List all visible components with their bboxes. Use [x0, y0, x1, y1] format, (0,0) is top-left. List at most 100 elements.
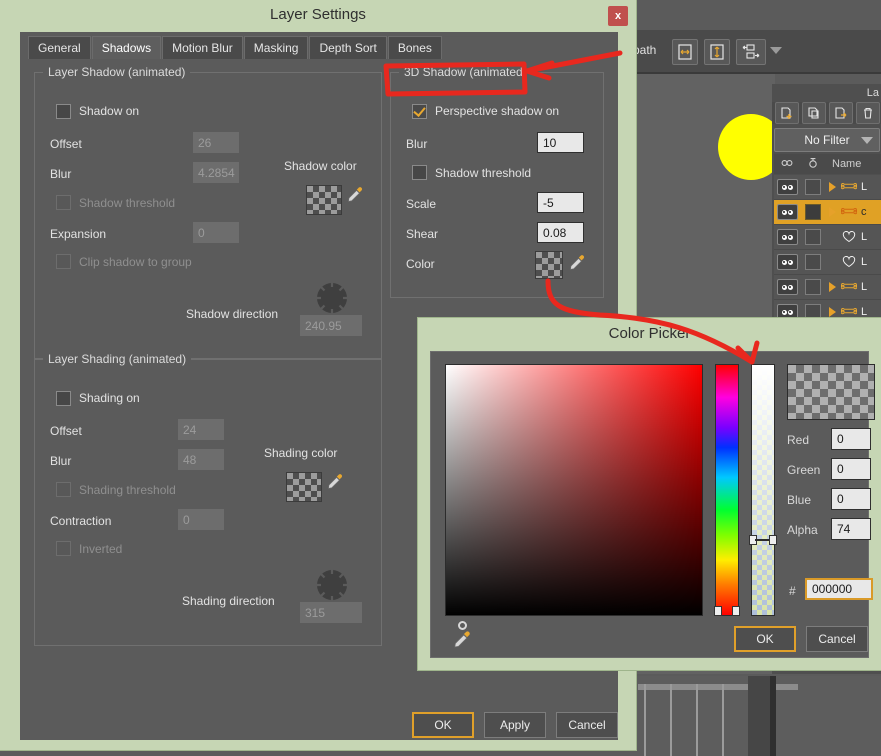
close-icon[interactable]: x: [608, 6, 628, 26]
shading-color-swatch[interactable]: [286, 472, 322, 502]
table-row[interactable]: L: [774, 175, 881, 200]
lock-checkbox[interactable]: [800, 254, 826, 270]
shading-on-label: Shading on: [79, 391, 140, 405]
apply-button[interactable]: Apply: [484, 712, 546, 738]
bone-icon: [839, 207, 859, 217]
shading-on-checkbox[interactable]: [56, 391, 71, 406]
lock-checkbox[interactable]: [800, 279, 826, 295]
shadow-color-label: Shadow color: [284, 159, 357, 173]
shadow-3d-scale-field[interactable]: -5: [537, 192, 584, 213]
hex-field[interactable]: 000000: [805, 578, 873, 600]
shadow-blur-field[interactable]: 4.2854: [193, 162, 239, 183]
expand-triangle-icon[interactable]: [826, 182, 839, 192]
eye-icon[interactable]: [774, 279, 800, 295]
tab-motion-blur[interactable]: Motion Blur: [162, 36, 243, 59]
layer-name: c: [861, 206, 867, 218]
layer-shadow-legend: Layer Shadow (animated): [43, 65, 191, 79]
move-tool-dropdown-caret[interactable]: [770, 47, 782, 54]
delete-layer-icon[interactable]: [856, 102, 880, 124]
layer-filter-value: No Filter: [804, 133, 850, 147]
shadow-on-label: Shadow on: [79, 104, 140, 118]
eyedropper-icon[interactable]: [345, 185, 365, 205]
table-row[interactable]: L: [774, 275, 881, 300]
red-field[interactable]: 0: [831, 428, 871, 450]
shadow-direction-field[interactable]: 240.95: [300, 315, 362, 336]
shading-direction-field[interactable]: 315: [300, 602, 362, 623]
ok-button[interactable]: OK: [412, 712, 474, 738]
shadow-color-swatch[interactable]: [306, 185, 342, 215]
layer-filter-dropdown[interactable]: No Filter: [774, 128, 880, 152]
heart-icon: [839, 231, 859, 243]
visibility-column-icon: [774, 158, 800, 171]
shadow-on-checkbox[interactable]: [56, 104, 71, 119]
shadow-threshold-label: Shadow threshold: [79, 196, 176, 210]
move-layer-icon[interactable]: [829, 102, 853, 124]
shadow-expansion-field[interactable]: 0: [193, 222, 239, 243]
inverted-checkbox[interactable]: [56, 541, 71, 556]
tab-depth-sort[interactable]: Depth Sort: [309, 36, 387, 59]
eye-icon[interactable]: [774, 254, 800, 270]
shadow-3d-color-swatch[interactable]: [535, 251, 563, 279]
shading-contraction-field[interactable]: 0: [178, 509, 224, 530]
eye-icon[interactable]: [774, 204, 800, 220]
layer-name: L: [861, 181, 868, 193]
shadow-threshold-checkbox[interactable]: [56, 195, 71, 210]
shading-blur-field[interactable]: 48: [178, 449, 224, 470]
blue-field[interactable]: 0: [831, 488, 871, 510]
lock-checkbox[interactable]: [800, 179, 826, 195]
eyedropper-icon[interactable]: [567, 253, 587, 273]
shading-blur-label: Blur: [50, 454, 72, 468]
hue-slider[interactable]: [715, 364, 739, 616]
hue-slider-handle[interactable]: [714, 606, 740, 616]
expand-triangle-icon[interactable]: [826, 307, 839, 317]
path-toolbar: path: [630, 30, 881, 74]
clip-shadow-checkbox[interactable]: [56, 254, 71, 269]
color-picker-cancel-button[interactable]: Cancel: [806, 626, 868, 652]
table-row[interactable]: L: [774, 250, 881, 275]
resize-height-icon[interactable]: [704, 39, 730, 65]
eye-icon[interactable]: [774, 229, 800, 245]
shading-threshold-checkbox[interactable]: [56, 482, 71, 497]
resize-width-icon[interactable]: [672, 39, 698, 65]
shadow-3d-shear-field[interactable]: 0.08: [537, 222, 584, 243]
chevron-down-icon: [861, 136, 873, 144]
eyedropper-icon[interactable]: [325, 472, 345, 492]
expand-triangle-icon[interactable]: [826, 207, 839, 217]
saturation-value-square[interactable]: [445, 364, 703, 630]
lock-checkbox[interactable]: [800, 204, 826, 220]
alpha-slider[interactable]: [751, 364, 775, 616]
table-row[interactable]: c: [774, 200, 881, 225]
shadow-3d-blur-field[interactable]: 10: [537, 132, 584, 153]
eye-icon[interactable]: [774, 179, 800, 195]
eyedropper-icon[interactable]: [451, 629, 473, 651]
add-layer-icon[interactable]: [775, 102, 799, 124]
layers-panel-title: La: [866, 87, 879, 99]
tab-masking[interactable]: Masking: [243, 36, 309, 59]
tab-general[interactable]: General: [28, 36, 91, 59]
layers-toolbar: [772, 102, 881, 124]
perspective-shadow-label: Perspective shadow on: [435, 104, 560, 118]
cancel-button[interactable]: Cancel: [556, 712, 618, 738]
shading-offset-field[interactable]: 24: [178, 419, 224, 440]
alpha-slider-handle[interactable]: [749, 535, 777, 545]
shadow-offset-field[interactable]: 26: [193, 132, 239, 153]
alpha-field[interactable]: 74: [831, 518, 871, 540]
duplicate-layer-icon[interactable]: [802, 102, 826, 124]
color-picker-ok-button[interactable]: OK: [734, 626, 796, 652]
layers-column-headers: Name: [774, 154, 881, 174]
green-field[interactable]: 0: [831, 458, 871, 480]
tab-bones[interactable]: Bones: [387, 36, 442, 59]
move-tool-icon[interactable]: [736, 39, 766, 65]
tab-shadows[interactable]: Shadows: [91, 36, 162, 59]
shadow-direction-dial[interactable]: [316, 282, 348, 314]
layer-shading-group: Layer Shading (animated) Shading on Offs…: [34, 352, 382, 646]
layer-shading-legend: Layer Shading (animated): [43, 352, 192, 366]
expand-triangle-icon[interactable]: [826, 282, 839, 292]
color-picker-dialog: Color Picker Red 0 Green 0 Blue 0 Alpha …: [418, 318, 881, 670]
layer-name: L: [861, 281, 868, 293]
shadow-3d-threshold-checkbox[interactable]: [412, 165, 427, 180]
table-row[interactable]: L: [774, 225, 881, 250]
shading-direction-dial[interactable]: [316, 569, 348, 601]
lock-checkbox[interactable]: [800, 229, 826, 245]
perspective-shadow-checkbox[interactable]: [412, 104, 427, 119]
